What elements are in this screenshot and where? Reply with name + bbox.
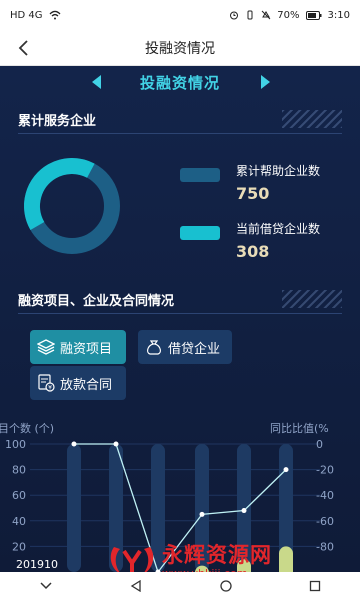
- money-bag-icon: [144, 337, 164, 357]
- clock: 3:10: [327, 9, 350, 21]
- mute-icon: [261, 10, 271, 20]
- line-point: [283, 467, 289, 473]
- watermark-name: 永辉资源网: [162, 543, 272, 567]
- section-title: 累计服务企业: [18, 114, 97, 129]
- contract-icon: ¥: [36, 373, 56, 393]
- right-tick-label: 0: [316, 438, 323, 451]
- right-tick-label: -40: [316, 489, 334, 502]
- legend-swatch: [180, 168, 220, 182]
- tab-loan-contracts[interactable]: ¥ 放款合同: [30, 366, 126, 400]
- next-arrow-icon[interactable]: [256, 73, 274, 91]
- x-tick-label: 201910: [16, 558, 58, 571]
- layers-icon: [36, 337, 56, 357]
- stat-label: 当前借贷企业数: [236, 222, 321, 236]
- line-point: [113, 441, 119, 447]
- dashboard: 投融资情况 累计服务企业 累计帮助企业数 750 当前借贷企业数 308 融资项…: [0, 66, 360, 572]
- stat-value: 308: [236, 242, 270, 261]
- alarm-icon: [230, 11, 239, 20]
- tab-label: 放款合同: [60, 377, 113, 393]
- battery-percent: 70%: [277, 9, 300, 21]
- section-header-financing: 融资项目、企业及合同情况: [18, 286, 342, 314]
- stat-label: 累计帮助企业数: [236, 164, 321, 178]
- period-selector: 投融资情况: [0, 66, 360, 98]
- recents-square-icon[interactable]: [309, 580, 321, 592]
- page-title: 投融资情况: [145, 40, 215, 57]
- line-point: [241, 508, 247, 514]
- right-tick-label: -20: [316, 464, 334, 477]
- line-point: [199, 511, 205, 517]
- back-icon[interactable]: [10, 35, 36, 61]
- decorative-hatch: [282, 110, 342, 128]
- system-navigation-bar: [0, 572, 360, 600]
- status-left: HD 4G: [10, 10, 61, 21]
- tab-borrowing-companies[interactable]: 借贷企业: [138, 330, 232, 364]
- line-point: [71, 441, 77, 447]
- tab-financing-projects[interactable]: 融资项目: [30, 330, 126, 364]
- collapse-chevron-icon[interactable]: [39, 581, 53, 591]
- previous-arrow-icon[interactable]: [88, 73, 106, 91]
- left-tick-label: 100: [5, 438, 26, 451]
- status-right: 70% 3:10: [229, 10, 350, 21]
- network-indicator: HD 4G: [10, 9, 43, 21]
- donut-chart: [23, 158, 120, 254]
- left-tick-label: 60: [12, 489, 26, 502]
- left-tick-label: 40: [12, 515, 26, 528]
- wifi-icon: [49, 10, 60, 20]
- nav-bar: 投融资情况: [0, 30, 360, 66]
- back-triangle-icon[interactable]: [130, 580, 142, 592]
- section-header-services: 累计服务企业: [18, 106, 342, 134]
- status-bar: HD 4G 70% 3:10: [0, 0, 360, 30]
- tab-label: 融资项目: [60, 341, 113, 357]
- left-tick-label: 80: [12, 464, 26, 477]
- legend-swatch: [180, 226, 220, 240]
- bar-background: [67, 444, 81, 572]
- selector-title: 投融资情况: [139, 73, 220, 92]
- vibrate-icon: [247, 10, 253, 20]
- tab-label: 借贷企业: [168, 341, 221, 357]
- left-tick-label: 20: [12, 540, 26, 553]
- battery-icon: [305, 10, 322, 20]
- stat-value: 750: [236, 184, 270, 203]
- svg-text:¥: ¥: [48, 385, 52, 392]
- right-tick-label: -60: [316, 515, 334, 528]
- section-title: 融资项目、企业及合同情况: [18, 294, 175, 309]
- home-circle-icon[interactable]: [220, 580, 232, 592]
- decorative-hatch: [282, 290, 342, 308]
